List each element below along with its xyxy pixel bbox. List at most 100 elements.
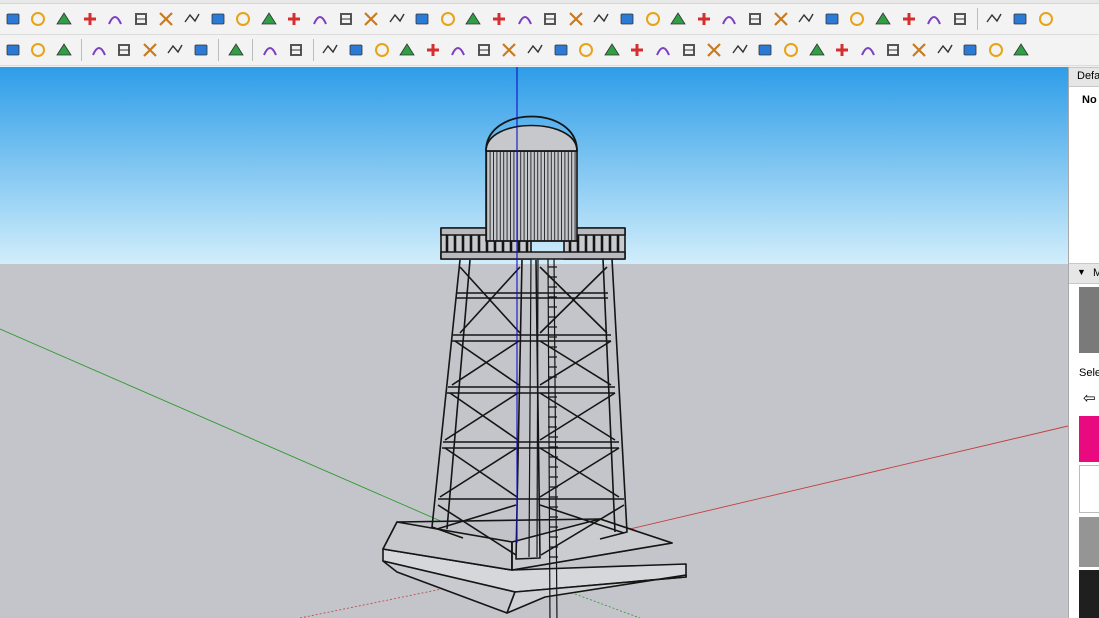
hook-icon[interactable]: [513, 7, 537, 31]
slant-lines-icon[interactable]: [856, 38, 880, 62]
flag-icon[interactable]: [231, 7, 255, 31]
double-arrow-icon[interactable]: [907, 38, 931, 62]
tree-icon[interactable]: [112, 38, 136, 62]
arc-orange-icon[interactable]: [154, 7, 178, 31]
add-circle-icon[interactable]: [87, 38, 111, 62]
info-icon[interactable]: [284, 38, 308, 62]
refresh-icon[interactable]: [26, 38, 50, 62]
grid-small-icon[interactable]: [948, 7, 972, 31]
toolbar-separator: [252, 39, 254, 61]
entity-info-text: No s: [1082, 94, 1099, 106]
fold-icon[interactable]: [257, 7, 281, 31]
face-yellow-icon[interactable]: [52, 7, 76, 31]
face-green-icon[interactable]: [78, 7, 102, 31]
bend-icon[interactable]: [984, 38, 1008, 62]
line-angle-icon[interactable]: [600, 38, 624, 62]
default-tray: Defa No s ▼ M Sele ⇦: [1068, 67, 1099, 618]
arrow-right-icon[interactable]: [881, 38, 905, 62]
toolbar-row-2: [0, 35, 1099, 66]
terrain-icon[interactable]: [1008, 7, 1032, 31]
water-tank[interactable]: [485, 115, 578, 242]
blue-cross-icon[interactable]: [410, 7, 434, 31]
curve-2d-icon[interactable]: [318, 38, 342, 62]
move-arrows-icon[interactable]: [589, 7, 613, 31]
arch-icon[interactable]: [1009, 38, 1033, 62]
face-blue-icon[interactable]: [26, 7, 50, 31]
red-curve-icon[interactable]: [334, 7, 358, 31]
green-loop-icon[interactable]: [538, 7, 562, 31]
loop-icon[interactable]: [564, 7, 588, 31]
default-tray-title: Defa: [1077, 70, 1099, 82]
green-cross-icon[interactable]: [385, 7, 409, 31]
frame-icon[interactable]: [794, 7, 818, 31]
paint-bucket-icon[interactable]: [1, 7, 25, 31]
cloud-upload-icon[interactable]: [189, 38, 213, 62]
divide-icon[interactable]: [206, 7, 230, 31]
box3d-icon[interactable]: [497, 38, 521, 62]
material-swatch-gray[interactable]: [1079, 517, 1099, 567]
fillet-icon[interactable]: [308, 7, 332, 31]
wave-lines-icon[interactable]: [728, 38, 752, 62]
toolbar-separator: [217, 39, 219, 61]
cube-green-icon[interactable]: [666, 7, 690, 31]
rotate-freehand-icon[interactable]: [446, 38, 470, 62]
red-square-icon[interactable]: [180, 7, 204, 31]
layer-manager-icon[interactable]: [52, 38, 76, 62]
orange-grid-icon[interactable]: [845, 7, 869, 31]
face-red-icon[interactable]: [103, 7, 127, 31]
chart-icon[interactable]: [138, 38, 162, 62]
select-tab-label[interactable]: Sele: [1079, 367, 1099, 379]
hook-line-icon[interactable]: [472, 38, 496, 62]
toolbar-separator: [312, 39, 314, 61]
material-swatch-white[interactable]: [1079, 465, 1099, 513]
grid-dots-icon[interactable]: [769, 7, 793, 31]
box-outline-icon[interactable]: [1034, 7, 1058, 31]
slope-icon[interactable]: [651, 38, 675, 62]
material-swatch-magenta[interactable]: [1079, 416, 1099, 462]
dark-box-icon[interactable]: [982, 7, 1006, 31]
current-material-swatch[interactable]: [1079, 287, 1099, 353]
red-cross-icon[interactable]: [359, 7, 383, 31]
box-flat-icon[interactable]: [958, 38, 982, 62]
gear-icon[interactable]: [224, 38, 248, 62]
angle-icon[interactable]: [574, 38, 598, 62]
back-arrow-icon[interactable]: ⇦: [1083, 389, 1096, 407]
crop-box-icon[interactable]: [677, 38, 701, 62]
curve-arrow-icon[interactable]: [549, 38, 573, 62]
bezier-icon[interactable]: [421, 38, 445, 62]
toolbar-row-1: [0, 4, 1099, 35]
checker-ball-icon[interactable]: [163, 38, 187, 62]
orient-faces-icon[interactable]: [129, 7, 153, 31]
curve-red-icon[interactable]: [344, 38, 368, 62]
component-red-icon[interactable]: [717, 7, 741, 31]
brown-box-icon[interactable]: [615, 7, 639, 31]
3d-viewport[interactable]: [0, 67, 1068, 618]
scene-canvas[interactable]: [0, 67, 1068, 618]
orange-tile-icon[interactable]: [871, 7, 895, 31]
triangle-icon[interactable]: [702, 38, 726, 62]
orange-hatch-icon[interactable]: [820, 7, 844, 31]
hand-icon[interactable]: [779, 38, 803, 62]
cone-teal-icon[interactable]: [461, 7, 485, 31]
red-ring-icon[interactable]: [641, 7, 665, 31]
mail-icon[interactable]: [258, 38, 282, 62]
component-copy-icon[interactable]: [692, 7, 716, 31]
arrow-left-icon[interactable]: [830, 38, 854, 62]
layers-stack-icon[interactable]: [1, 38, 25, 62]
material-swatch-dark[interactable]: [1079, 570, 1099, 618]
fan-lines-icon[interactable]: [933, 38, 957, 62]
link-icon[interactable]: [282, 7, 306, 31]
comb-icon[interactable]: [753, 38, 777, 62]
scatter-icon[interactable]: [897, 7, 921, 31]
curve-shape-icon[interactable]: [805, 38, 829, 62]
cut-icon[interactable]: [395, 38, 419, 62]
cone-yellow-icon[interactable]: [487, 7, 511, 31]
collapse-triangle-icon[interactable]: ▼: [1077, 267, 1086, 277]
red-gem-icon[interactable]: [743, 7, 767, 31]
toolbar-separator: [80, 39, 82, 61]
slash-line-icon[interactable]: [625, 38, 649, 62]
cone-green-icon[interactable]: [436, 7, 460, 31]
cylinder-icon[interactable]: [523, 38, 547, 62]
dashed-circle-icon[interactable]: [922, 7, 946, 31]
tape-icon[interactable]: [370, 38, 394, 62]
